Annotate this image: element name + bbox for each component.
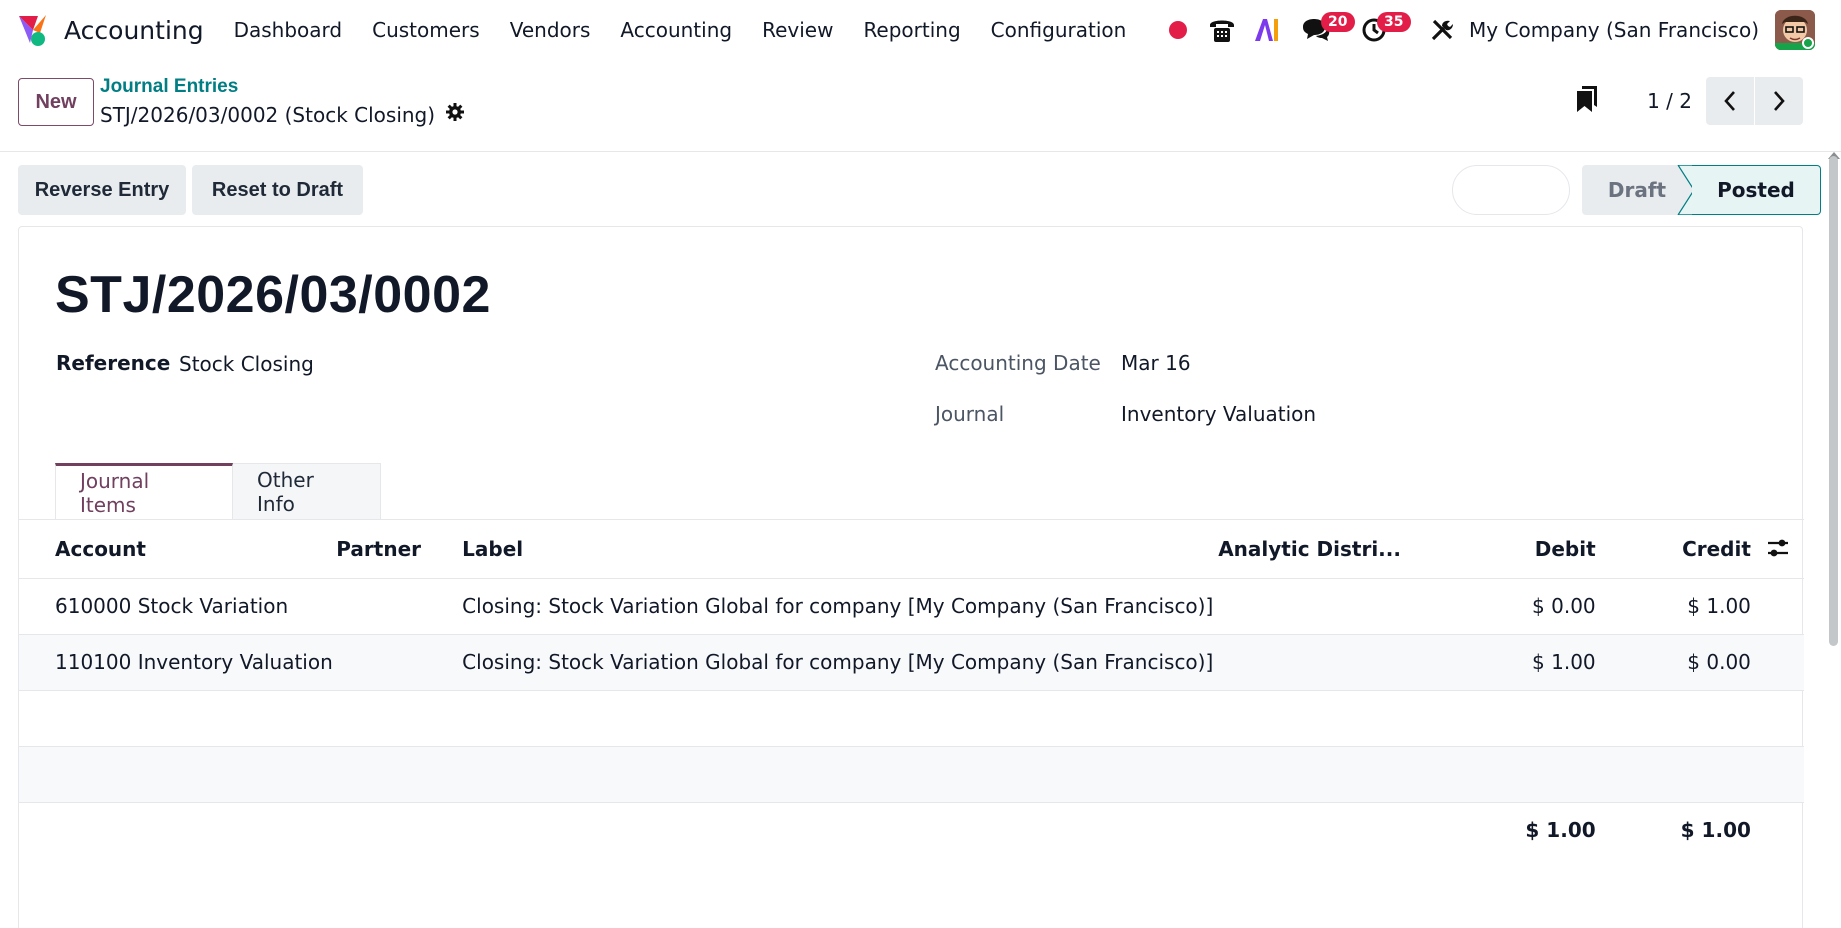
empty-row	[19, 746, 1804, 803]
status-pill	[1452, 165, 1570, 215]
sliders-icon	[1767, 539, 1788, 557]
app-logo-icon[interactable]	[16, 13, 50, 47]
top-navbar: Accounting Dashboard Customers Vendors A…	[0, 0, 1841, 60]
phone-icon[interactable]	[1207, 0, 1237, 60]
row-label[interactable]: Closing: Stock Variation Global for comp…	[462, 578, 1219, 635]
table-header-row: Account Partner Label Analytic Distri...…	[19, 520, 1804, 579]
totals-row: $ 1.00 $ 1.00	[19, 802, 1804, 858]
company-switcher[interactable]: My Company (San Francisco)	[1469, 18, 1759, 42]
row-label[interactable]: Closing: Stock Variation Global for comp…	[462, 634, 1219, 691]
reverse-entry-button[interactable]: Reverse Entry	[18, 165, 186, 215]
systray: 20 35 My Company (San Francisco)	[1167, 0, 1841, 60]
chevron-left-icon	[1724, 91, 1735, 111]
row-account[interactable]: 110100 Inventory Valuation	[19, 634, 337, 691]
app-name[interactable]: Accounting	[64, 16, 204, 45]
column-credit[interactable]: Credit	[1595, 520, 1751, 579]
record-title: STJ/2026/03/0002 (Stock Closing)	[100, 102, 436, 127]
tab-other-info[interactable]: Other Info	[233, 463, 381, 519]
journal-items-table: Account Partner Label Analytic Distri...…	[19, 520, 1804, 858]
gear-icon[interactable]	[445, 102, 465, 127]
row-analytic[interactable]	[1218, 634, 1441, 691]
main-menu: Dashboard Customers Vendors Accounting R…	[234, 18, 1157, 42]
control-panel: New Journal Entries STJ/2026/03/0002 (St…	[0, 60, 1841, 152]
stage-posted[interactable]: Posted	[1692, 165, 1821, 215]
row-debit[interactable]: $ 1.00	[1440, 634, 1596, 691]
chevron-right-icon	[1774, 91, 1785, 111]
avatar-image	[1775, 10, 1815, 50]
form-sheet: STJ/2026/03/0002 Reference Stock Closing…	[18, 226, 1804, 928]
pager-next-button[interactable]	[1755, 77, 1803, 125]
total-credit: $ 1.00	[1680, 818, 1751, 843]
menu-configuration[interactable]: Configuration	[991, 18, 1127, 42]
activity-clock-icon[interactable]: 35	[1359, 0, 1411, 60]
menu-dashboard[interactable]: Dashboard	[234, 18, 343, 42]
vertical-scrollbar[interactable]	[1829, 156, 1838, 646]
column-debit[interactable]: Debit	[1440, 520, 1596, 579]
reference-field[interactable]: Stock Closing	[179, 352, 314, 376]
user-avatar[interactable]	[1775, 0, 1815, 60]
accounting-date-label: Accounting Date	[935, 351, 1101, 375]
row-partner[interactable]	[336, 634, 463, 691]
reset-to-draft-button[interactable]: Reset to Draft	[192, 165, 363, 215]
breadcrumb-journal-entries[interactable]: Journal Entries	[100, 76, 238, 98]
row-spacer	[1750, 578, 1804, 635]
accounting-date-field[interactable]: Mar 16	[1121, 351, 1191, 375]
journal-label: Journal	[935, 402, 1005, 426]
column-analytic-distribution[interactable]: Analytic Distri...	[1218, 520, 1441, 579]
menu-vendors[interactable]: Vendors	[510, 18, 591, 42]
row-credit[interactable]: $ 1.00	[1595, 578, 1751, 635]
row-credit[interactable]: $ 0.00	[1595, 634, 1751, 691]
menu-reporting[interactable]: Reporting	[863, 18, 960, 42]
row-spacer	[1750, 634, 1804, 691]
pager: 1 / 2	[1575, 77, 1803, 125]
table-row[interactable]: 610000 Stock Variation Closing: Stock Va…	[19, 578, 1804, 635]
column-partner[interactable]: Partner	[336, 520, 463, 579]
empty-row	[19, 690, 1804, 747]
row-analytic[interactable]	[1218, 578, 1441, 635]
messages-icon[interactable]: 20	[1299, 0, 1355, 60]
tab-journal-items[interactable]: Journal Items	[55, 463, 233, 519]
online-status-dot	[1802, 37, 1814, 49]
new-button[interactable]: New	[18, 78, 94, 126]
messages-badge: 20	[1321, 12, 1355, 32]
menu-accounting[interactable]: Accounting	[620, 18, 732, 42]
table-row[interactable]: 110100 Inventory Valuation Closing: Stoc…	[19, 634, 1804, 691]
tools-icon[interactable]	[1429, 0, 1455, 60]
entry-name: STJ/2026/03/0002	[55, 266, 491, 324]
column-label[interactable]: Label	[462, 520, 1219, 579]
reference-label: Reference	[56, 351, 171, 375]
recording-dot-icon[interactable]	[1167, 0, 1189, 60]
pager-value[interactable]: 1 / 2	[1647, 89, 1692, 113]
menu-review[interactable]: Review	[762, 18, 833, 42]
ai-icon[interactable]	[1253, 0, 1281, 60]
bookmark-icon[interactable]	[1575, 85, 1599, 118]
menu-customers[interactable]: Customers	[372, 18, 480, 42]
total-debit: $ 1.00	[1525, 818, 1596, 843]
row-partner[interactable]	[336, 578, 463, 635]
pager-previous-button[interactable]	[1706, 77, 1754, 125]
optional-columns-toggle[interactable]	[1750, 520, 1804, 579]
record-title-row: STJ/2026/03/0002 (Stock Closing)	[100, 102, 465, 127]
notebook-tabs: Journal Items Other Info	[55, 463, 381, 519]
row-account[interactable]: 610000 Stock Variation	[19, 578, 337, 635]
row-debit[interactable]: $ 0.00	[1440, 578, 1596, 635]
journal-field[interactable]: Inventory Valuation	[1121, 402, 1316, 426]
activity-badge: 35	[1377, 12, 1411, 32]
form-statusbar: Reverse Entry Reset to Draft Draft Poste…	[18, 165, 1821, 215]
column-account[interactable]: Account	[19, 520, 337, 579]
